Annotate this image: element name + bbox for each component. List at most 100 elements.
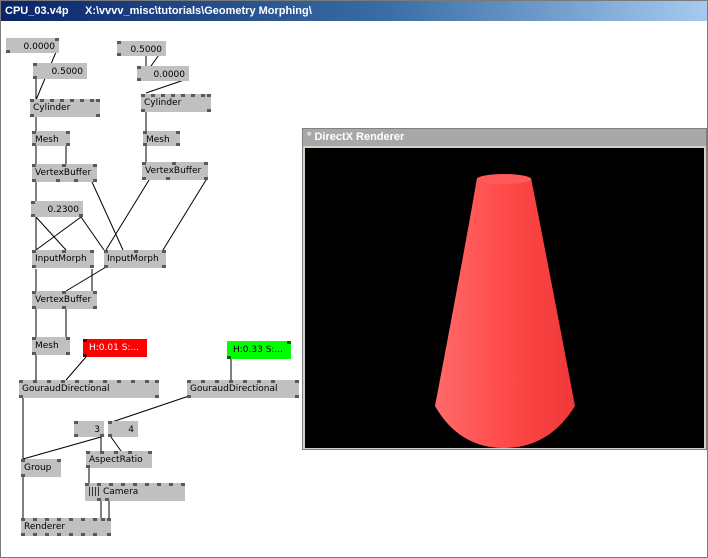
pin-connector[interactable] [131, 380, 135, 383]
pin-connector[interactable] [104, 265, 108, 268]
link[interactable] [145, 78, 188, 94]
node-vertexbuffer[interactable]: VertexBuffer [32, 164, 97, 182]
pin-connector[interactable] [86, 465, 90, 468]
link[interactable] [162, 179, 207, 251]
color-iobox-green[interactable]: H:0.33 S:... [227, 341, 291, 359]
node-vertexbuffer[interactable]: VertexBuffer [142, 162, 208, 180]
node-gouraud-directional[interactable]: GouraudDirectional [187, 380, 299, 398]
renderer-title-bar[interactable]: ° DirectX Renderer [303, 129, 706, 146]
pin-connector[interactable] [101, 518, 105, 521]
pin-connector[interactable] [30, 114, 34, 117]
pin-connector[interactable] [143, 143, 147, 146]
pin-connector[interactable] [157, 483, 161, 486]
pin-connector[interactable] [176, 131, 180, 134]
pin-connector[interactable] [93, 291, 97, 294]
pin-connector[interactable] [207, 94, 211, 97]
pin-connector[interactable] [97, 498, 101, 501]
pin-connector[interactable] [117, 53, 121, 56]
pin-connector[interactable] [204, 177, 208, 180]
pin-connector[interactable] [33, 63, 37, 66]
render-viewport[interactable] [305, 148, 704, 448]
directx-renderer-window[interactable]: ° DirectX Renderer [302, 128, 707, 450]
pin-connector[interactable] [74, 421, 78, 424]
pin-connector[interactable] [204, 162, 208, 165]
pin-connector[interactable] [45, 533, 49, 536]
pin-connector[interactable] [93, 518, 97, 521]
pin-connector[interactable] [148, 451, 152, 454]
link[interactable] [35, 216, 67, 251]
pin-connector[interactable] [142, 177, 146, 180]
pin-connector[interactable] [32, 265, 36, 268]
pin-connector[interactable] [107, 533, 111, 536]
node-mesh[interactable]: Mesh [143, 131, 180, 146]
pin-connector[interactable] [56, 179, 60, 182]
iobox-value[interactable]: 0.5000 [117, 41, 166, 56]
title-bar[interactable]: CPU_03.v4p X:\vvvv_misc\tutorials\Geomet… [1, 1, 707, 21]
pin-connector[interactable] [66, 337, 70, 340]
pin-connector[interactable] [181, 483, 185, 486]
link[interactable] [80, 216, 105, 251]
pin-connector[interactable] [137, 78, 141, 81]
iobox-value[interactable]: 0.5000 [33, 63, 87, 79]
pin-connector[interactable] [96, 99, 100, 102]
pin-connector[interactable] [137, 66, 141, 69]
pin-connector[interactable] [69, 518, 73, 521]
pin-connector[interactable] [162, 250, 166, 253]
pin-connector[interactable] [117, 380, 121, 383]
pin-connector[interactable] [105, 498, 109, 501]
pin-connector[interactable] [155, 395, 159, 398]
pin-connector[interactable] [32, 179, 36, 182]
pin-connector[interactable] [33, 76, 37, 79]
iobox-value[interactable]: 0.0000 [137, 66, 189, 81]
pin-connector[interactable] [295, 395, 299, 398]
color-iobox-red[interactable]: H:0.01 S:... [83, 339, 147, 357]
pin-connector[interactable] [141, 109, 145, 112]
pin-connector[interactable] [93, 533, 97, 536]
node-aspectratio[interactable]: AspectRatio [86, 451, 152, 468]
pin-connector[interactable] [107, 518, 111, 521]
pin-connector[interactable] [62, 306, 66, 309]
pin-connector[interactable] [93, 306, 97, 309]
pin-connector[interactable] [145, 380, 149, 383]
pin-connector[interactable] [108, 421, 112, 424]
pin-connector[interactable] [66, 131, 70, 134]
pin-connector[interactable] [57, 533, 61, 536]
iobox-value[interactable]: 3 [74, 421, 104, 437]
pin-connector[interactable] [55, 38, 59, 41]
pin-connector[interactable] [93, 179, 97, 182]
pin-connector[interactable] [227, 356, 231, 359]
pin-connector[interactable] [201, 94, 205, 97]
iobox-value[interactable]: 0.2300 [31, 201, 83, 217]
pin-connector[interactable] [66, 143, 70, 146]
node-renderer[interactable]: Renderer [21, 518, 111, 536]
pin-connector[interactable] [83, 339, 87, 342]
node-mesh[interactable]: Mesh [32, 337, 70, 355]
pin-connector[interactable] [74, 434, 78, 437]
pin-connector[interactable] [74, 179, 78, 182]
pin-connector[interactable] [90, 99, 94, 102]
pin-connector[interactable] [81, 533, 85, 536]
pin-connector[interactable] [100, 434, 104, 437]
pin-connector[interactable] [31, 201, 35, 204]
node-inputmorph[interactable]: InputMorph [104, 250, 166, 268]
pin-connector[interactable] [83, 354, 87, 357]
patch-canvas[interactable]: 0.0000 0.5000 0.5000 0.0000 Cylinder Cyl… [1, 21, 707, 557]
pin-connector[interactable] [93, 164, 97, 167]
pin-connector[interactable] [166, 177, 170, 180]
node-cylinder[interactable]: Cylinder [141, 94, 211, 112]
link[interactable] [65, 266, 107, 292]
node-inputmorph[interactable]: InputMorph [32, 250, 94, 268]
node-gouraud-directional[interactable]: GouraudDirectional [19, 380, 159, 398]
pin-connector[interactable] [57, 459, 61, 462]
pin-connector[interactable] [187, 395, 191, 398]
pin-connector[interactable] [80, 99, 84, 102]
node-mesh[interactable]: Mesh [32, 131, 70, 146]
pin-connector[interactable] [176, 143, 180, 146]
link[interactable] [110, 436, 122, 452]
pin-connector[interactable] [287, 341, 291, 344]
pin-connector[interactable] [32, 352, 36, 355]
pin-connector[interactable] [79, 214, 83, 217]
node-camera[interactable]: |||| Camera [85, 483, 185, 501]
pin-connector[interactable] [96, 114, 100, 117]
pin-connector[interactable] [90, 265, 94, 268]
